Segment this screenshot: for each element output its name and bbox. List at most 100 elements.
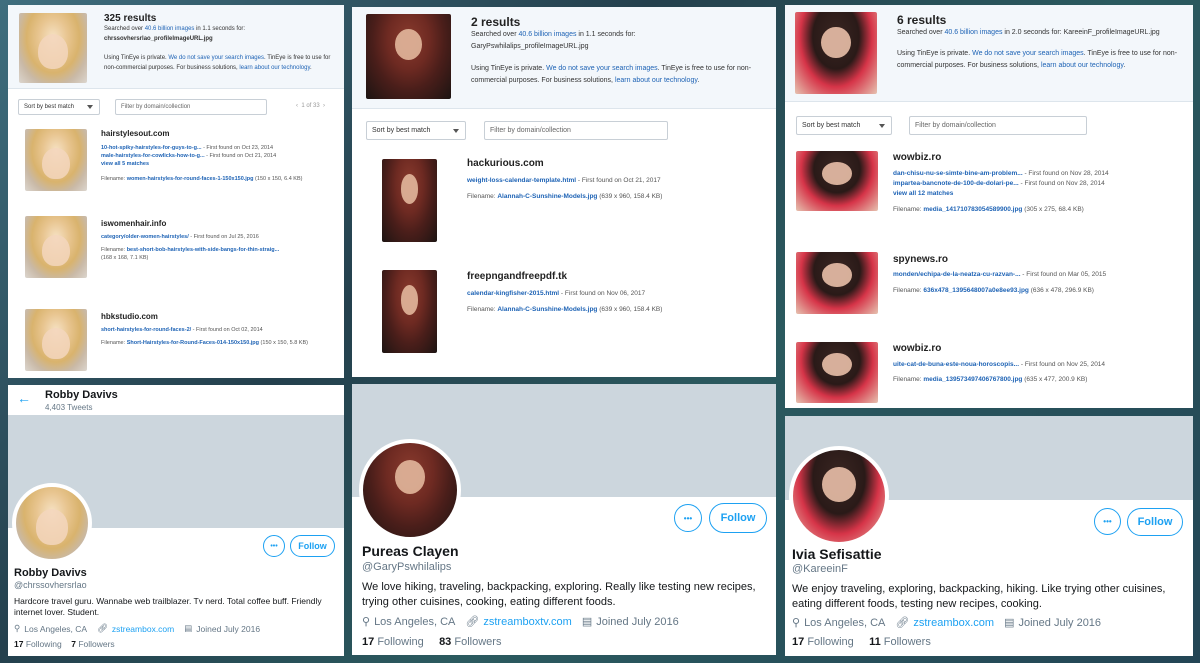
following-link[interactable]: 17 Following bbox=[792, 636, 854, 648]
billion-images-link[interactable]: 40.6 billion images bbox=[518, 31, 576, 38]
profile-bio: We love hiking, traveling, backpacking, … bbox=[362, 581, 756, 608]
filter-input[interactable]: Filter by domain/collection bbox=[484, 121, 668, 140]
location: Los Angeles, CA bbox=[374, 615, 456, 628]
result-link[interactable]: calendar-kingfisher-2015.html - First fo… bbox=[467, 290, 645, 297]
joined-date: Joined July 2016 bbox=[196, 623, 261, 634]
privacy-text: Using TinEye is private. We do not save … bbox=[897, 50, 1178, 69]
result-thumbnail[interactable] bbox=[25, 309, 87, 371]
profile-url[interactable]: zstreambox.com bbox=[112, 624, 174, 634]
result-link[interactable]: weight-loss-calendar-template.html - Fir… bbox=[467, 177, 661, 184]
sort-dropdown[interactable]: Sort by best match bbox=[366, 121, 466, 140]
result-domain[interactable]: wowbiz.ro bbox=[893, 152, 941, 163]
result-filename: Filename: Short-Hairstyles-for-Round-Fac… bbox=[101, 340, 308, 346]
tineye-panel-3: 6 results Searched over 40.6 billion ima… bbox=[785, 5, 1193, 408]
filter-input[interactable]: Filter by domain/collection bbox=[115, 99, 267, 115]
result-domain[interactable]: hbkstudio.com bbox=[101, 312, 158, 321]
result-domain[interactable]: freepngandfreepdf.tk bbox=[467, 271, 567, 282]
privacy-text: Using TinEye is private. We do not save … bbox=[471, 65, 752, 84]
avatar[interactable] bbox=[789, 446, 889, 546]
privacy-link[interactable]: We do not save your search images bbox=[972, 50, 1084, 57]
chevron-down-icon bbox=[87, 105, 93, 109]
profile-url[interactable]: zstreamboxtv.com bbox=[483, 616, 571, 628]
technology-link[interactable]: learn about our technology bbox=[615, 77, 697, 84]
privacy-link[interactable]: We do not save your search images bbox=[168, 55, 264, 61]
followers-link[interactable]: 83 Followers bbox=[439, 636, 501, 648]
result-filename: Filename: media_139573497406767800.jpg (… bbox=[893, 376, 1088, 383]
result-thumbnail[interactable] bbox=[382, 159, 437, 242]
avatar[interactable] bbox=[359, 439, 461, 541]
result-domain[interactable]: spynews.ro bbox=[893, 254, 948, 265]
link-icon: 🔗︎ bbox=[895, 617, 910, 629]
result-domain[interactable]: wowbiz.ro bbox=[893, 343, 941, 354]
twitter-profile-1: ← Robby Davivs 4,403 Tweets ••• Follow R… bbox=[8, 385, 344, 656]
profile-handle: @GaryPswhilalips bbox=[362, 561, 452, 573]
result-link[interactable]: 10-hot-spiky-hairstyles-for-guys-to-g...… bbox=[101, 145, 273, 151]
tineye-panel-1: 325 results Searched over 40.6 billion i… bbox=[8, 5, 344, 378]
billion-images-link[interactable]: 40.6 billion images bbox=[944, 29, 1002, 36]
result-count: 6 results bbox=[897, 13, 947, 27]
sort-dropdown[interactable]: Sort by best match bbox=[18, 99, 100, 115]
view-all-link[interactable]: view all 5 matches bbox=[101, 161, 149, 167]
twitter-profile-3: ••• Follow Ivia Sefisattie @KareeinF We … bbox=[785, 416, 1193, 656]
result-thumbnail[interactable] bbox=[796, 252, 878, 314]
follow-button[interactable]: Follow bbox=[290, 535, 335, 557]
back-arrow-icon[interactable]: ← bbox=[17, 390, 31, 406]
tweet-count: 4,403 Tweets bbox=[45, 403, 93, 412]
technology-link[interactable]: learn about our technology bbox=[239, 65, 310, 71]
following-link[interactable]: 17 Following bbox=[14, 639, 62, 649]
result-link[interactable]: monden/echipa-de-la-neatza-cu-razvan-...… bbox=[893, 271, 1106, 278]
more-options-button[interactable]: ••• bbox=[1094, 508, 1121, 535]
tineye-header: 2 results Searched over 40.6 billion ima… bbox=[352, 7, 776, 109]
map-pin-icon: ⚲ bbox=[362, 616, 371, 628]
followers-link[interactable]: 7 Followers bbox=[71, 639, 114, 649]
calendar-icon: ▤ bbox=[581, 616, 593, 628]
followers-link[interactable]: 11 Followers bbox=[869, 636, 931, 648]
result-thumbnail[interactable] bbox=[25, 216, 87, 278]
result-domain[interactable]: hackurious.com bbox=[467, 158, 544, 169]
query-image bbox=[19, 13, 87, 83]
joined-date: Joined July 2016 bbox=[1018, 616, 1102, 629]
result-thumbnail[interactable] bbox=[382, 270, 437, 353]
tineye-panel-2: 2 results Searched over 40.6 billion ima… bbox=[352, 7, 776, 377]
profile-name: Pureas Clayen bbox=[362, 543, 459, 559]
result-link[interactable]: male-hairstyles-for-cowlicks-how-to-g...… bbox=[101, 153, 276, 159]
sort-dropdown[interactable]: Sort by best match bbox=[796, 116, 892, 135]
calendar-icon: ▤ bbox=[184, 623, 193, 633]
follow-button[interactable]: Follow bbox=[1127, 508, 1183, 536]
profile-stats: 17 Following 83 Followers bbox=[362, 636, 501, 648]
avatar[interactable] bbox=[12, 483, 92, 563]
result-link[interactable]: impartea-bancnote-de-100-de-dolari-pe...… bbox=[893, 180, 1105, 187]
result-thumbnail[interactable] bbox=[796, 151, 878, 211]
profile-url[interactable]: zstreambox.com bbox=[913, 617, 994, 629]
follow-button[interactable]: Follow bbox=[709, 503, 767, 533]
result-link[interactable]: uite-cat-de-buna-este-noua-horoscopis...… bbox=[893, 361, 1105, 368]
result-link[interactable]: category/older-women-hairstyles/ - First… bbox=[101, 234, 259, 240]
result-count: 2 results bbox=[471, 15, 521, 29]
result-domain[interactable]: hairstylesout.com bbox=[101, 129, 169, 138]
filter-input[interactable]: Filter by domain/collection bbox=[909, 116, 1087, 135]
query-filename: GaryPswhilalips_profileImageURL.jpg bbox=[471, 43, 589, 50]
chevron-down-icon bbox=[879, 123, 885, 128]
result-thumbnail[interactable] bbox=[796, 342, 878, 403]
result-domain[interactable]: iswomenhair.info bbox=[101, 219, 166, 228]
billion-images-link[interactable]: 40.6 billion images bbox=[145, 26, 195, 32]
result-thumbnail[interactable] bbox=[25, 129, 87, 191]
privacy-link[interactable]: We do not save your search images bbox=[546, 65, 658, 72]
map-pin-icon: ⚲ bbox=[14, 623, 21, 633]
technology-link[interactable]: learn about our technology bbox=[1041, 62, 1123, 69]
following-link[interactable]: 17 Following bbox=[362, 636, 424, 648]
profile-meta: ⚲ Los Angeles, CA 🔗︎ zstreambox.com ▤ Joine… bbox=[792, 616, 1102, 630]
searched-text: Searched over 40.6 billion images in 2.0… bbox=[897, 29, 1160, 36]
profile-name: Robby Davivs bbox=[14, 567, 87, 579]
more-options-button[interactable]: ••• bbox=[674, 504, 702, 532]
pagination[interactable]: ‹ 1 of 33 › bbox=[296, 103, 325, 109]
result-filename: Filename: best-short-bob-hairstyles-with… bbox=[101, 247, 280, 253]
more-options-button[interactable]: ••• bbox=[263, 535, 285, 557]
result-link[interactable]: dan-chisu-nu-se-simte-bine-am-problem...… bbox=[893, 170, 1109, 177]
view-all-link[interactable]: view all 12 matches bbox=[893, 190, 953, 197]
query-filename: KareeinF_profileImageURL.jpg bbox=[1063, 29, 1160, 36]
searched-text: Searched over 40.6 billion images in 1.1… bbox=[104, 26, 246, 32]
profile-name: Ivia Sefisattie bbox=[792, 546, 882, 562]
map-pin-icon: ⚲ bbox=[792, 617, 801, 629]
result-link[interactable]: short-hairstyles-for-round-faces-2/ - Fi… bbox=[101, 327, 263, 333]
